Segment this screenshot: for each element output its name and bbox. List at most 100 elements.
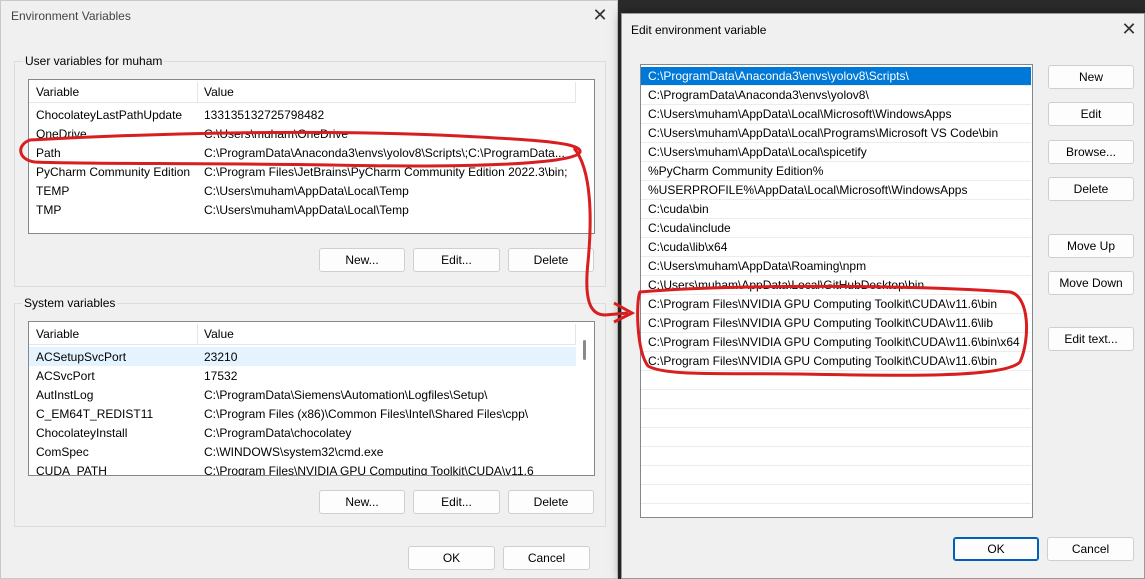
column-header-variable[interactable]: Variable: [36, 327, 79, 341]
entry-text: C:\ProgramData\Anaconda3\envs\yolov8\: [648, 88, 869, 102]
user-delete-button[interactable]: Delete: [508, 248, 594, 272]
variable-value: C:\WINDOWS\system32\cmd.exe: [204, 445, 384, 459]
user-edit-button[interactable]: Edit...: [413, 248, 500, 272]
path-entries-list[interactable]: C:\ProgramData\Anaconda3\envs\yolov8\Scr…: [640, 64, 1033, 518]
table-row[interactable]: ChocolateyLastPathUpdate 133135132725798…: [29, 105, 576, 124]
user-variables-table[interactable]: Variable Value ChocolateyLastPathUpdate …: [28, 79, 595, 234]
empty-row[interactable]: [641, 428, 1031, 447]
table-row[interactable]: CUDA_PATH C:\Program Files\NVIDIA GPU Co…: [29, 461, 576, 476]
variable-value: C:\ProgramData\chocolatey: [204, 426, 352, 440]
environment-variables-dialog: Environment Variables ✕ User variables f…: [0, 0, 618, 579]
cancel-button[interactable]: Cancel: [503, 546, 590, 570]
variable-name: ComSpec: [36, 445, 89, 459]
list-item[interactable]: C:\Program Files\NVIDIA GPU Computing To…: [641, 333, 1031, 352]
close-icon[interactable]: ✕: [1118, 19, 1140, 41]
table-row[interactable]: ACSvcPort 17532: [29, 366, 576, 385]
variable-value: C:\ProgramData\Anaconda3\envs\yolov8\Scr…: [204, 146, 565, 160]
empty-row[interactable]: [641, 409, 1031, 428]
table-row-path[interactable]: Path C:\ProgramData\Anaconda3\envs\yolov…: [29, 143, 576, 162]
entry-text: C:\Program Files\NVIDIA GPU Computing To…: [648, 335, 1020, 349]
variable-value: C:\Users\muham\AppData\Local\Temp: [204, 203, 409, 217]
variable-name: TMP: [36, 203, 62, 217]
list-item[interactable]: C:\cuda\include: [641, 219, 1031, 238]
list-item[interactable]: C:\Program Files\NVIDIA GPU Computing To…: [641, 295, 1031, 314]
dialog-title: Environment Variables: [11, 9, 131, 23]
delete-entry-button[interactable]: Delete: [1048, 177, 1134, 201]
variable-name: PyCharm Community Edition: [36, 165, 191, 179]
table-row[interactable]: ACSetupSvcPort 23210: [29, 347, 576, 366]
variable-name: ChocolateyLastPathUpdate: [36, 108, 183, 122]
entry-text: C:\ProgramData\Anaconda3\envs\yolov8\Scr…: [648, 69, 909, 83]
system-delete-button[interactable]: Delete: [508, 490, 594, 514]
variable-value: C:\Program Files\NVIDIA GPU Computing To…: [204, 464, 534, 476]
table-row[interactable]: PyCharm Community Edition C:\Program Fil…: [29, 162, 576, 181]
empty-row[interactable]: [641, 371, 1031, 390]
column-header-variable[interactable]: Variable: [36, 85, 79, 99]
variable-value: 23210: [204, 350, 238, 364]
list-item[interactable]: C:\ProgramData\Anaconda3\envs\yolov8\: [641, 86, 1031, 105]
variable-name: AutInstLog: [36, 388, 94, 402]
list-item[interactable]: C:\cuda\bin: [641, 200, 1031, 219]
entry-text: %USERPROFILE%\AppData\Local\Microsoft\Wi…: [648, 183, 968, 197]
empty-row[interactable]: [641, 466, 1031, 485]
entry-text: %PyCharm Community Edition%: [648, 164, 824, 178]
list-item[interactable]: C:\Users\muham\AppData\Local\Microsoft\W…: [641, 105, 1031, 124]
empty-row[interactable]: [641, 447, 1031, 466]
empty-row[interactable]: [641, 485, 1031, 504]
variable-value: 17532: [204, 369, 238, 383]
user-new-button[interactable]: New...: [319, 248, 405, 272]
system-new-button[interactable]: New...: [319, 490, 405, 514]
ok-button[interactable]: OK: [953, 537, 1039, 561]
entry-text: C:\Program Files\NVIDIA GPU Computing To…: [648, 354, 998, 368]
list-item[interactable]: C:\Users\muham\AppData\Local\GitHubDeskt…: [641, 276, 1031, 295]
title-bar: Environment Variables ✕: [1, 1, 617, 31]
variable-value: C:\Program Files (x86)\Common Files\Inte…: [204, 407, 529, 421]
scrollbar-thumb[interactable]: [583, 340, 586, 360]
edit-environment-variable-dialog: Edit environment variable ✕ C:\ProgramDa…: [621, 13, 1145, 579]
list-item[interactable]: %USERPROFILE%\AppData\Local\Microsoft\Wi…: [641, 181, 1031, 200]
variable-value: C:\Users\muham\OneDrive: [204, 127, 349, 141]
dialog-title: Edit environment variable: [631, 23, 767, 37]
list-item[interactable]: C:\Users\muham\AppData\Roaming\npm: [641, 257, 1031, 276]
user-variables-label: User variables for muham: [23, 54, 165, 68]
table-row[interactable]: TMP C:\Users\muham\AppData\Local\Temp: [29, 200, 576, 219]
table-row[interactable]: ComSpec C:\WINDOWS\system32\cmd.exe: [29, 442, 576, 461]
list-item[interactable]: C:\Users\muham\AppData\Local\spicetify: [641, 143, 1031, 162]
list-item[interactable]: C:\Program Files\NVIDIA GPU Computing To…: [641, 314, 1031, 333]
list-item[interactable]: C:\Program Files\NVIDIA GPU Computing To…: [641, 352, 1031, 371]
table-row[interactable]: TEMP C:\Users\muham\AppData\Local\Temp: [29, 181, 576, 200]
table-row[interactable]: ChocolateyInstall C:\ProgramData\chocola…: [29, 423, 576, 442]
cancel-button[interactable]: Cancel: [1047, 537, 1134, 561]
move-down-button[interactable]: Move Down: [1048, 271, 1134, 295]
edit-text-button[interactable]: Edit text...: [1048, 327, 1134, 351]
table-row[interactable]: AutInstLog C:\ProgramData\Siemens\Automa…: [29, 385, 576, 404]
entry-text: C:\Users\muham\AppData\Local\GitHubDeskt…: [648, 278, 925, 292]
list-item-selected[interactable]: C:\ProgramData\Anaconda3\envs\yolov8\Scr…: [641, 67, 1031, 86]
column-header-value[interactable]: Value: [204, 327, 234, 341]
variable-value: C:\Users\muham\AppData\Local\Temp: [204, 184, 409, 198]
move-up-button[interactable]: Move Up: [1048, 234, 1134, 258]
close-icon[interactable]: ✕: [589, 5, 611, 27]
table-row[interactable]: C_EM64T_REDIST11 C:\Program Files (x86)\…: [29, 404, 576, 423]
vertical-scrollbar[interactable]: [577, 322, 594, 475]
title-bar: Edit environment variable ✕: [622, 14, 1144, 44]
column-header-value[interactable]: Value: [204, 85, 234, 99]
system-edit-button[interactable]: Edit...: [413, 490, 500, 514]
new-entry-button[interactable]: New: [1048, 65, 1134, 89]
variable-value: C:\ProgramData\Siemens\Automation\Logfil…: [204, 388, 488, 402]
table-row[interactable]: OneDrive C:\Users\muham\OneDrive: [29, 124, 576, 143]
system-variables-table[interactable]: Variable Value ACSetupSvcPort 23210 ACSv…: [28, 321, 595, 476]
variable-name: Path: [36, 146, 61, 160]
table-header: Variable Value: [29, 322, 576, 345]
variable-name: ACSvcPort: [36, 369, 95, 383]
list-item[interactable]: C:\cuda\lib\x64: [641, 238, 1031, 257]
variable-name: TEMP: [36, 184, 70, 198]
list-item[interactable]: %PyCharm Community Edition%: [641, 162, 1031, 181]
edit-entry-button[interactable]: Edit: [1048, 102, 1134, 126]
browse-button[interactable]: Browse...: [1048, 140, 1134, 164]
list-item[interactable]: C:\Users\muham\AppData\Local\Programs\Mi…: [641, 124, 1031, 143]
ok-button[interactable]: OK: [408, 546, 495, 570]
empty-row[interactable]: [641, 390, 1031, 409]
variable-name: CUDA_PATH: [36, 464, 107, 476]
variable-value: 133135132725798482: [204, 108, 325, 122]
